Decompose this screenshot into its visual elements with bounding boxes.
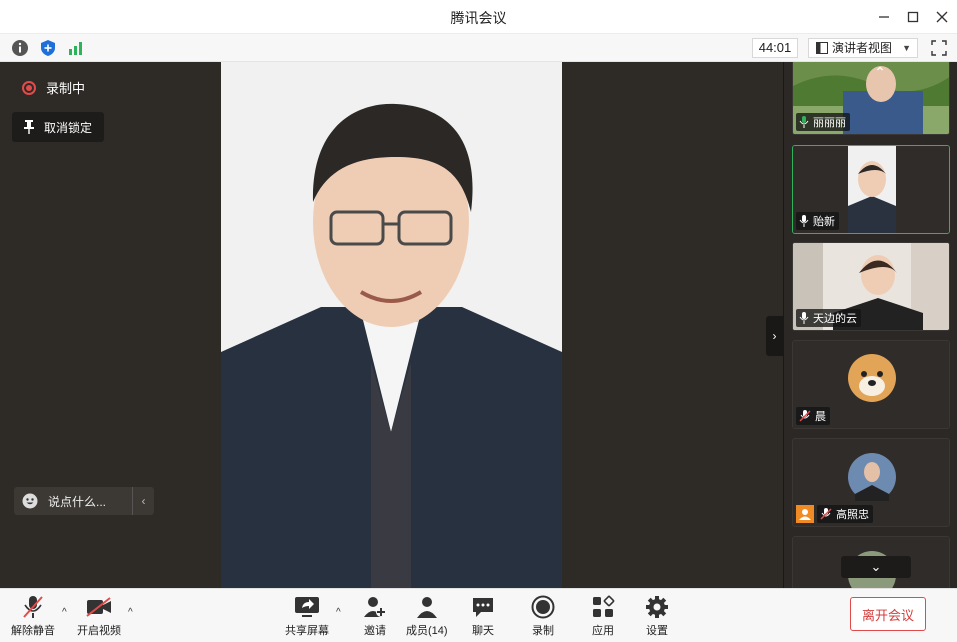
meeting-info-bar: 44:01 演讲者视图 ▼ [0,34,957,62]
share-screen-button[interactable]: 共享屏幕 [285,595,329,638]
close-button[interactable] [931,6,953,28]
emoji-icon [22,493,38,509]
layout-icon [816,42,828,54]
participant-name-tag: 贻新 [796,212,839,230]
record-icon [531,595,555,619]
maximize-icon [907,11,919,23]
person-icon [799,509,811,520]
speaker-video-frame [221,62,562,588]
signal-bars-icon [69,42,82,55]
leave-meeting-button[interactable]: 离开会议 [850,597,926,631]
speaker-video [221,62,562,588]
participant-name: 丽丽丽 [813,117,846,129]
chevron-right-icon: › [772,329,777,343]
network-status-button[interactable] [67,39,85,57]
collapse-sidebar-handle[interactable]: › [766,316,783,356]
unmute-button[interactable]: 解除静音 [11,595,55,638]
share-options-caret[interactable]: ^ [336,607,341,618]
settings-label: 设置 [646,625,668,637]
microphone-muted-icon [820,508,832,520]
info-icon [12,40,28,56]
meeting-toolbar: 解除静音 ^ 开启视频 ^ 共享屏幕 ^ 邀请 成员(14) 聊天 录制 应用 … [0,588,957,642]
participant-name: 晨 [815,411,826,423]
minimize-button[interactable] [873,6,895,28]
participant-name-tag: 高照忠 [817,505,873,523]
chat-button[interactable]: 聊天 [470,595,496,638]
quick-chat-input[interactable]: 说点什么... ‹ [14,487,154,515]
apps-button[interactable]: 应用 [590,595,616,638]
title-bar: 腾讯会议 [0,0,957,34]
participant-tile[interactable]: 晨 [792,340,950,429]
chat-label: 聊天 [472,625,494,637]
record-dot-icon [22,80,36,95]
participant-name: 贻新 [813,216,835,228]
meeting-timer: 44:01 [752,38,798,58]
scroll-down-button[interactable]: ⌄ [841,556,911,578]
microphone-icon [799,215,809,227]
main-video-stage: 录制中 取消锁定 说点什么... ‹ › [0,62,783,588]
record-label: 录制 [532,625,554,637]
view-mode-label: 演讲者视图 [832,41,893,55]
participant-tile[interactable]: 丽丽丽 ⌃ [792,62,950,135]
start-video-button[interactable]: 开启视频 [77,595,121,638]
chat-bubble-icon [473,598,493,617]
shield-icon [41,40,55,56]
microphone-muted-icon [799,410,811,422]
share-screen-icon [295,597,319,617]
invite-button[interactable]: 邀请 [362,595,388,638]
window-title: 腾讯会议 [450,10,507,26]
view-mode-dropdown[interactable]: 演讲者视图 ▼ [808,38,918,58]
audio-options-caret[interactable]: ^ [62,607,67,618]
chevron-down-icon: ⌄ [870,559,882,574]
members-button[interactable]: 成员(14) [406,595,448,638]
members-label: 成员(14) [406,625,448,637]
people-icon [416,597,437,618]
minimize-icon [879,16,889,18]
apps-label: 应用 [592,625,614,637]
participant-gallery: 丽丽丽 ⌃ 贻新 天边的云 晨 高照忠 ⌄ [783,62,957,588]
security-button[interactable] [39,39,57,57]
unmute-label: 解除静音 [11,625,55,637]
scroll-up-button[interactable]: ⌃ [865,62,895,84]
meeting-info-button[interactable] [11,39,29,57]
microphone-icon [799,116,809,128]
add-person-icon [364,597,386,617]
camera-off-icon [86,597,111,617]
fullscreen-button[interactable] [930,39,948,57]
video-options-caret[interactable]: ^ [128,607,133,618]
chat-placeholder: 说点什么... [48,494,107,509]
unpin-label: 取消锁定 [44,120,93,135]
participant-name: 天边的云 [813,313,857,325]
participant-name-tag: 天边的云 [796,309,861,327]
participant-tile[interactable]: 贻新 [792,145,950,234]
start-video-label: 开启视频 [77,625,121,637]
unpin-button[interactable]: 取消锁定 [12,112,105,142]
microphone-icon [799,312,809,324]
fullscreen-icon [931,40,947,56]
share-screen-label: 共享屏幕 [285,625,329,637]
recording-label: 录制中 [46,81,86,96]
participant-name-tag: 晨 [796,407,830,425]
invite-label: 邀请 [364,625,386,637]
pin-icon [24,120,34,134]
apps-grid-icon [593,595,615,617]
recording-indicator: 录制中 [22,78,85,97]
settings-button[interactable]: 设置 [644,595,670,638]
host-badge [796,505,814,523]
record-button[interactable]: 录制 [530,595,556,638]
participant-tile[interactable]: 天边的云 [792,242,950,331]
participant-name-tag: 丽丽丽 [796,113,850,131]
participant-tile[interactable]: 高照忠 [792,438,950,527]
participant-name: 高照忠 [836,509,869,521]
close-icon [936,11,948,23]
microphone-muted-icon [23,596,43,618]
gear-icon [646,596,668,618]
chevron-left-icon[interactable]: ‹ [132,487,154,515]
chevron-down-icon: ▼ [902,43,911,53]
maximize-button[interactable] [902,6,924,28]
